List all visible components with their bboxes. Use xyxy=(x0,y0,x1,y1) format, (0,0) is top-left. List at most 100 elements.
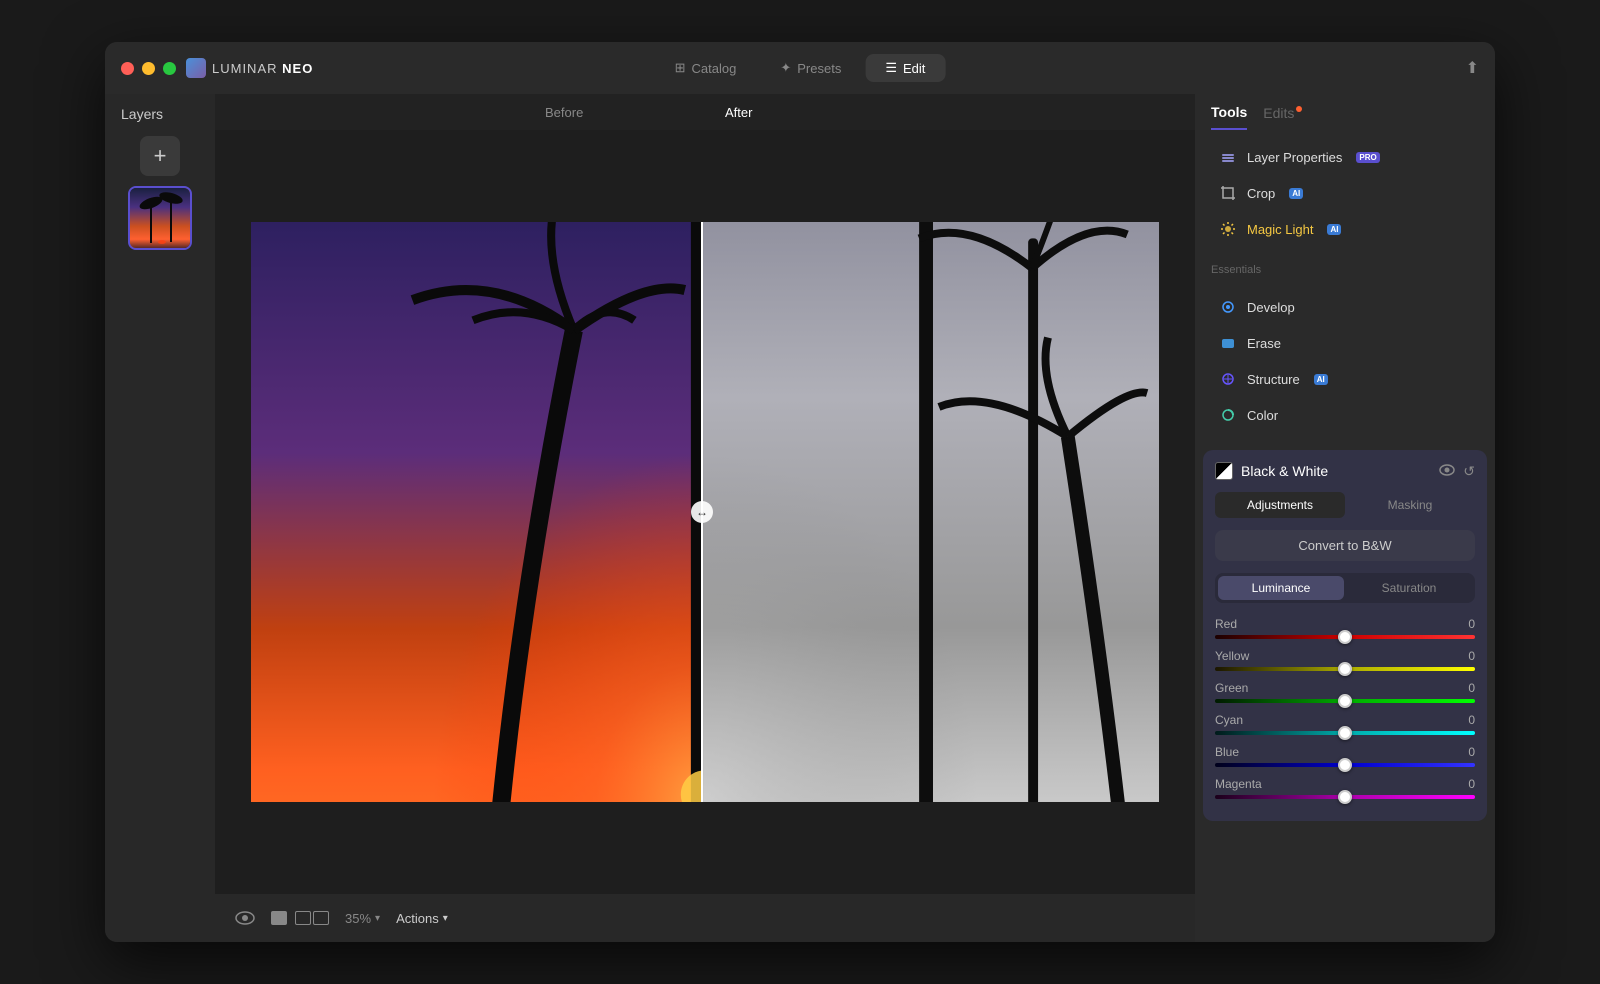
edit-icon: ☰ xyxy=(885,60,897,76)
actions-chevron-icon: ▾ xyxy=(443,913,448,924)
tool-item-crop[interactable]: Crop AI xyxy=(1203,176,1487,210)
color-label: Color xyxy=(1247,408,1278,423)
zoom-value: 35% xyxy=(345,911,371,926)
convert-bw-button[interactable]: Convert to B&W xyxy=(1215,530,1475,561)
before-label: Before xyxy=(545,105,583,120)
close-button[interactable] xyxy=(121,62,134,75)
slider-row-green: Green 0 xyxy=(1215,681,1475,703)
actions-label: Actions xyxy=(396,911,439,926)
crop-label: Crop xyxy=(1247,186,1275,201)
red-slider-thumb[interactable] xyxy=(1338,630,1352,644)
tool-item-erase[interactable]: Erase xyxy=(1203,326,1487,360)
share-icon[interactable]: ⬆ xyxy=(1466,60,1479,77)
visibility-toggle-button[interactable] xyxy=(235,911,255,925)
canvas-toolbar: 35% ▾ Actions ▾ xyxy=(215,894,1195,942)
layer-properties-badge: PRO xyxy=(1356,152,1379,163)
app-logo: LUMINAR NEO xyxy=(186,58,313,78)
titlebar: LUMINAR NEO ⊞ Catalog ✦ Presets ☰ Edit ⬆ xyxy=(105,42,1495,94)
plus-icon: + xyxy=(154,143,167,169)
magenta-slider-label: Magenta xyxy=(1215,777,1262,791)
bw-visibility-button[interactable] xyxy=(1439,463,1455,480)
tool-item-structure[interactable]: Structure AI xyxy=(1203,362,1487,396)
tools-tab-label: Tools xyxy=(1211,104,1247,120)
minimize-button[interactable] xyxy=(142,62,155,75)
tool-item-color[interactable]: Color xyxy=(1203,398,1487,432)
view-toggle xyxy=(271,911,329,925)
split-handle[interactable]: ↔ xyxy=(691,501,713,523)
canvas-container: ↔ xyxy=(215,130,1195,894)
essentials-label: Essentials xyxy=(1195,256,1495,280)
structure-badge: AI xyxy=(1314,374,1328,385)
magenta-slider-track[interactable] xyxy=(1215,795,1475,799)
canvas-before xyxy=(251,222,701,802)
magenta-slider-thumb[interactable] xyxy=(1338,790,1352,804)
window-controls xyxy=(121,62,176,75)
titlebar-nav: ⊞ Catalog ✦ Presets ☰ Edit xyxy=(655,54,946,82)
layer-thumbnail[interactable] xyxy=(128,186,192,250)
edits-dot xyxy=(1296,106,1302,112)
blue-slider-label: Blue xyxy=(1215,745,1239,759)
structure-label: Structure xyxy=(1247,372,1300,387)
yellow-slider-value: 0 xyxy=(1468,649,1475,663)
app-name-luminar: LUMINAR xyxy=(212,61,278,76)
green-slider-thumb[interactable] xyxy=(1338,694,1352,708)
bw-panel-title: Black & White xyxy=(1215,462,1328,480)
add-layer-button[interactable]: + xyxy=(140,136,180,176)
zoom-control[interactable]: 35% ▾ xyxy=(345,911,380,926)
layer-thumb-image xyxy=(130,188,190,248)
develop-label: Develop xyxy=(1247,300,1295,315)
luminance-tab[interactable]: Luminance xyxy=(1218,576,1344,600)
slider-row-yellow: Yellow 0 xyxy=(1215,649,1475,671)
nav-edit[interactable]: ☰ Edit xyxy=(865,54,945,82)
bw-panel-actions: ↺ xyxy=(1439,463,1475,480)
develop-icon xyxy=(1219,298,1237,316)
yellow-slider-track[interactable] xyxy=(1215,667,1475,671)
app-name: LUMINAR NEO xyxy=(212,61,313,76)
layer-properties-label: Layer Properties xyxy=(1247,150,1342,165)
tool-item-layer-properties[interactable]: Layer Properties PRO xyxy=(1203,140,1487,174)
split-view-icon[interactable] xyxy=(295,911,329,925)
canvas-area: Before After xyxy=(215,94,1195,942)
layers-title: Layers xyxy=(113,106,163,122)
green-slider-value: 0 xyxy=(1468,681,1475,695)
erase-label: Erase xyxy=(1247,336,1281,351)
tab-tools[interactable]: Tools xyxy=(1211,104,1247,130)
cyan-slider-track[interactable] xyxy=(1215,731,1475,735)
tool-item-magic-light[interactable]: Magic Light AI xyxy=(1203,212,1487,246)
zoom-chevron-icon: ▾ xyxy=(375,913,380,924)
green-slider-track[interactable] xyxy=(1215,699,1475,703)
green-slider-label: Green xyxy=(1215,681,1248,695)
nav-presets[interactable]: ✦ Presets xyxy=(760,54,861,82)
magic-light-icon xyxy=(1219,220,1237,238)
red-slider-label: Red xyxy=(1215,617,1237,631)
crop-icon xyxy=(1219,184,1237,202)
presets-label: Presets xyxy=(797,61,841,76)
saturation-tab[interactable]: Saturation xyxy=(1346,576,1472,600)
sidebar-right: Tools Edits Layer Propertie xyxy=(1195,94,1495,942)
layer-thumb-svg xyxy=(130,188,192,250)
panel-tabs: Tools Edits xyxy=(1195,94,1495,130)
crop-badge: AI xyxy=(1289,188,1303,199)
actions-button[interactable]: Actions ▾ xyxy=(396,911,448,926)
app-window: LUMINAR NEO ⊞ Catalog ✦ Presets ☰ Edit ⬆ xyxy=(105,42,1495,942)
maximize-button[interactable] xyxy=(163,62,176,75)
sidebar-left: Layers + xyxy=(105,94,215,942)
bw-icon xyxy=(1215,462,1233,480)
cyan-slider-thumb[interactable] xyxy=(1338,726,1352,740)
magic-light-badge: AI xyxy=(1327,224,1341,235)
red-slider-track[interactable] xyxy=(1215,635,1475,639)
bw-reset-button[interactable]: ↺ xyxy=(1463,463,1475,480)
cyan-slider-value: 0 xyxy=(1468,713,1475,727)
slider-row-cyan: Cyan 0 xyxy=(1215,713,1475,735)
bw-panel: Black & White ↺ xyxy=(1203,450,1487,821)
nav-catalog[interactable]: ⊞ Catalog xyxy=(655,54,757,82)
tab-edits[interactable]: Edits xyxy=(1263,104,1302,130)
slider-row-red: Red 0 xyxy=(1215,617,1475,639)
blue-slider-thumb[interactable] xyxy=(1338,758,1352,772)
yellow-slider-thumb[interactable] xyxy=(1338,662,1352,676)
color-icon xyxy=(1219,406,1237,424)
tool-item-develop[interactable]: Develop xyxy=(1203,290,1487,324)
blue-slider-track[interactable] xyxy=(1215,763,1475,767)
bw-tab-masking[interactable]: Masking xyxy=(1345,492,1475,518)
bw-tab-adjustments[interactable]: Adjustments xyxy=(1215,492,1345,518)
